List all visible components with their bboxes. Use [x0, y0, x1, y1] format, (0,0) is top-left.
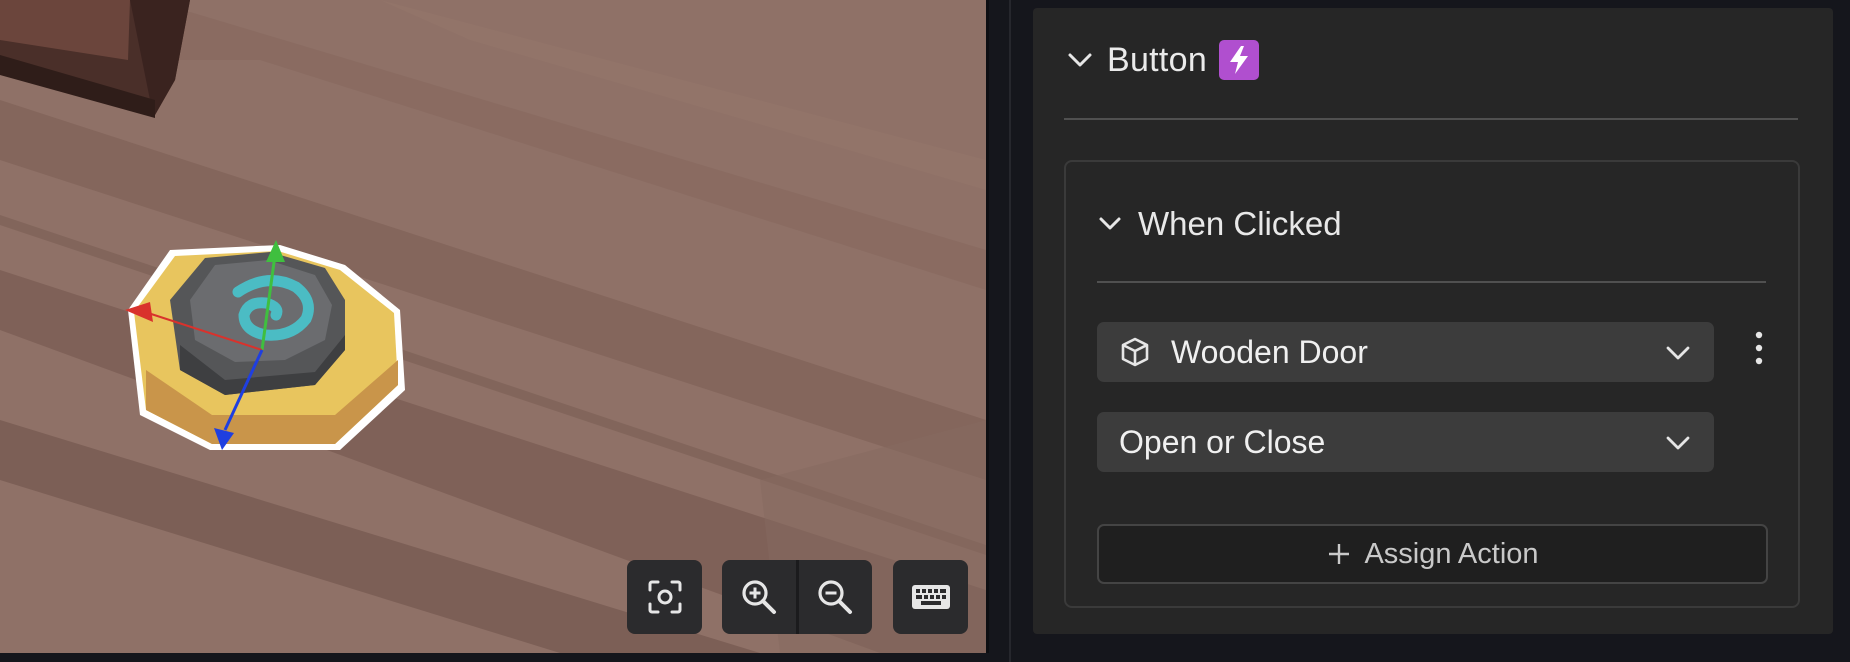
header-divider: [1064, 118, 1798, 120]
event-header[interactable]: When Clicked: [1096, 204, 1342, 244]
scene-viewport[interactable]: [0, 0, 989, 653]
zoom-out-button[interactable]: [799, 560, 873, 634]
assign-action-button[interactable]: Assign Action: [1097, 524, 1768, 584]
zoom-out-icon: [818, 580, 853, 614]
scene-render: [0, 0, 986, 653]
cube-icon: [1121, 337, 1149, 367]
action-select[interactable]: Open or Close: [1097, 412, 1714, 472]
lightning-bolt-icon: [1230, 46, 1249, 74]
zoom-in-icon: [742, 580, 776, 614]
focus-frame-icon: [648, 580, 681, 614]
action-value: Open or Close: [1119, 423, 1326, 460]
plus-icon: [1329, 544, 1350, 564]
target-object-value: Wooden Door: [1171, 333, 1368, 370]
keyboard-button[interactable]: [893, 560, 968, 634]
component-header[interactable]: Button: [1065, 36, 1260, 84]
more-options-button[interactable]: [1746, 324, 1772, 372]
zoom-controls: [722, 560, 872, 634]
zoom-in-button[interactable]: [722, 560, 796, 634]
event-card: When Clicked Wooden Door Open or Close A…: [1064, 160, 1800, 608]
component-title: Button: [1107, 40, 1208, 79]
panel-divider: [989, 0, 1013, 662]
event-divider: [1097, 281, 1766, 283]
focus-button[interactable]: [627, 560, 702, 634]
assign-action-label: Assign Action: [1364, 537, 1539, 570]
inspector-panel: Button When Clicked Wooden Door Open or …: [1033, 8, 1833, 634]
chevron-down-icon: [1099, 217, 1121, 230]
chevron-down-icon: [1068, 53, 1092, 67]
kebab-menu-icon: [1755, 331, 1763, 365]
chevron-down-icon: [1666, 346, 1690, 360]
target-object-select[interactable]: Wooden Door: [1097, 322, 1714, 382]
behavior-badge: [1219, 40, 1260, 80]
chevron-down-icon: [1666, 436, 1690, 450]
event-title: When Clicked: [1138, 205, 1342, 242]
keyboard-icon: [911, 585, 950, 609]
